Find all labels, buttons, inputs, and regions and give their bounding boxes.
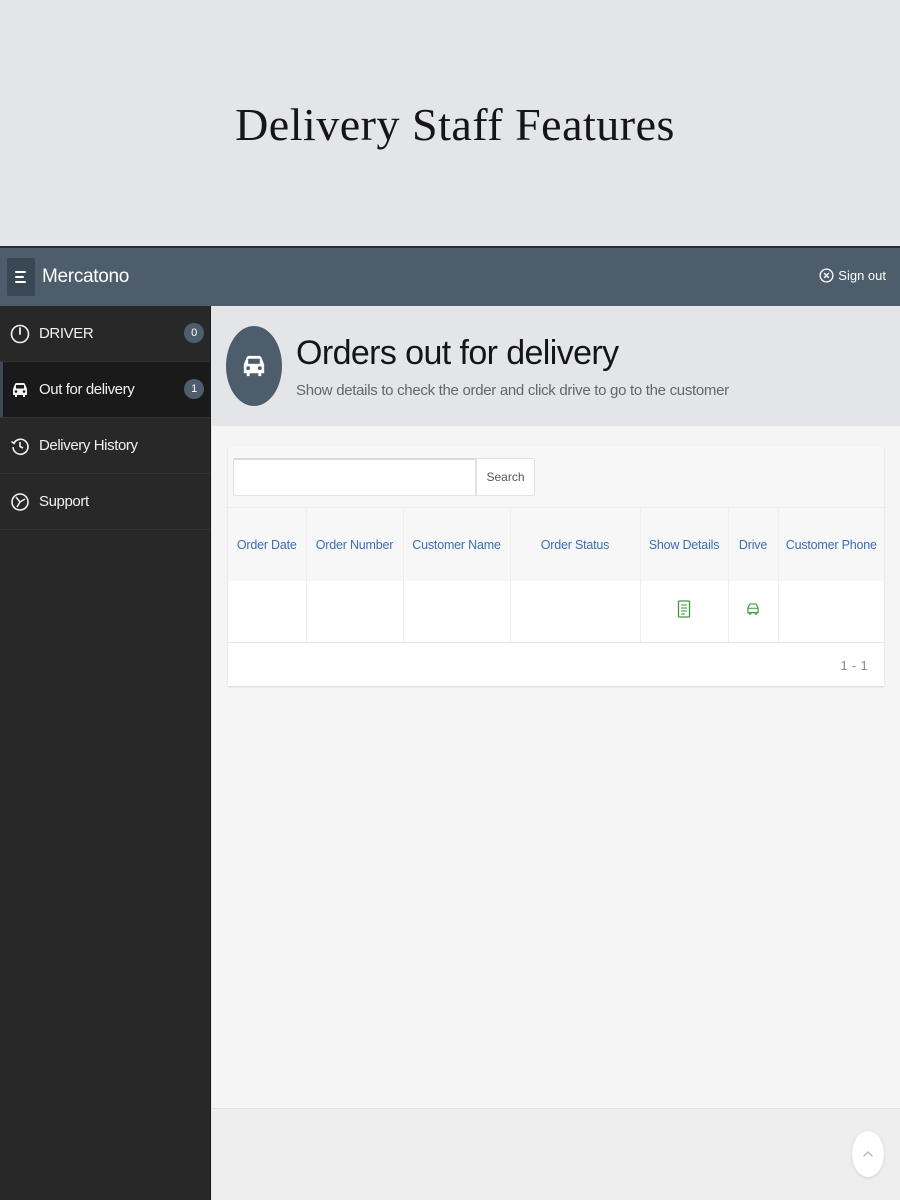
main-content: Orders out for delivery Show details to … (212, 306, 900, 1200)
menu-button[interactable] (7, 258, 35, 296)
sidebar-item-label: Delivery History (39, 437, 138, 454)
page-subtitle: Show details to check the order and clic… (296, 382, 729, 399)
cell-order-number (306, 581, 404, 643)
top-navbar: Mercatono Sign out (0, 246, 900, 306)
sidebar-item-label: Out for delivery (39, 381, 135, 398)
menu-icon (15, 271, 26, 273)
sidebar: DRIVER 0 Out for delivery 1 Delivery His… (0, 306, 211, 1200)
sign-out-label: Sign out (838, 268, 886, 283)
sidebar-item-support[interactable]: Support (0, 474, 210, 530)
sidebar-item-label: Support (39, 493, 89, 510)
orders-table: Order Date Order Number Customer Name Or… (228, 508, 884, 643)
brand-name[interactable]: Mercatono (42, 266, 129, 288)
sidebar-item-driver[interactable]: DRIVER 0 (0, 306, 210, 362)
close-circle-icon (819, 268, 834, 283)
search-input[interactable] (233, 458, 476, 496)
cell-show-details (640, 581, 729, 643)
power-icon (10, 324, 30, 343)
column-header-order-number[interactable]: Order Number (306, 508, 404, 581)
orders-card: Search Order Date Order Number Customer … (228, 446, 884, 686)
scroll-to-top-button[interactable] (852, 1131, 884, 1177)
menu-icon-line (15, 276, 24, 278)
promo-banner: Delivery Staff Features (0, 0, 900, 246)
page-footer (212, 1108, 900, 1200)
page-header: Orders out for delivery Show details to … (212, 306, 900, 426)
table-header-row: Order Date Order Number Customer Name Or… (228, 508, 884, 581)
history-icon (11, 438, 29, 455)
page-title: Orders out for delivery (296, 334, 619, 372)
car-icon[interactable] (745, 601, 761, 617)
column-header-drive[interactable]: Drive (728, 508, 779, 581)
column-header-customer-name[interactable]: Customer Name (403, 508, 511, 581)
cell-drive (728, 581, 779, 643)
document-icon[interactable] (677, 600, 691, 618)
search-button[interactable]: Search (476, 458, 535, 496)
car-icon (243, 355, 265, 377)
sidebar-item-delivery-history[interactable]: Delivery History (0, 418, 210, 474)
count-badge: 0 (184, 323, 204, 343)
sign-out-link[interactable]: Sign out (819, 268, 886, 283)
chevron-up-icon (862, 1150, 874, 1158)
cell-customer-phone (778, 581, 884, 643)
search-toolbar: Search (228, 446, 884, 508)
menu-icon-line (15, 281, 26, 283)
column-header-order-status[interactable]: Order Status (510, 508, 641, 581)
sidebar-item-label: DRIVER (39, 325, 94, 342)
sidebar-item-out-for-delivery[interactable]: Out for delivery 1 (0, 362, 210, 418)
count-badge: 1 (184, 379, 204, 399)
pagination-info: 1 - 1 (840, 658, 868, 673)
table-row (228, 581, 884, 643)
column-header-order-date[interactable]: Order Date (228, 508, 307, 581)
cell-order-status (510, 581, 641, 643)
column-header-show-details[interactable]: Show Details (640, 508, 729, 581)
header-icon-badge (226, 326, 282, 406)
promo-title: Delivery Staff Features (235, 99, 675, 150)
column-header-customer-phone[interactable]: Customer Phone (778, 508, 884, 581)
car-icon (13, 382, 27, 397)
support-icon (11, 492, 29, 511)
cell-order-date (228, 581, 307, 643)
cell-customer-name (403, 581, 511, 643)
